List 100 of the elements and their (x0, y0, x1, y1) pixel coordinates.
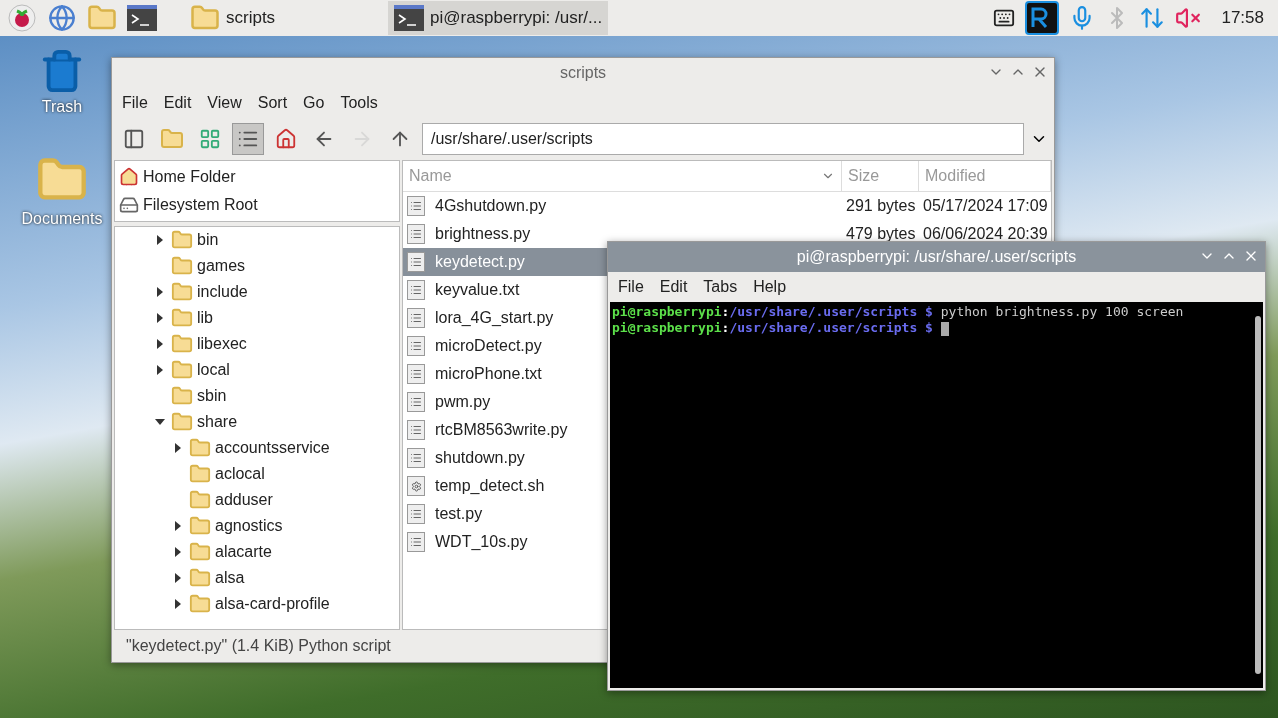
collapsed-arrow-icon[interactable] (155, 287, 165, 297)
raspberry-icon (8, 4, 36, 32)
tree-item[interactable]: share (197, 413, 238, 431)
menu-item[interactable]: File (116, 92, 154, 114)
script-file-icon (407, 476, 425, 496)
menu-item[interactable]: File (612, 276, 650, 298)
folder-icon (171, 333, 193, 355)
text-file-icon (407, 196, 425, 216)
text-file-icon (407, 532, 425, 552)
folder-icon (171, 255, 193, 277)
keyboard-icon[interactable] (993, 7, 1016, 29)
status-text: "keydetect.py" (1.4 KiB) Python script (126, 637, 391, 655)
file-name[interactable]: temp_detect.sh (431, 477, 545, 495)
folder-icon (189, 567, 211, 589)
file-name[interactable]: brightness.py (431, 225, 531, 243)
file-name[interactable]: rtcBM8563write.py (431, 421, 568, 439)
clock: 17:58 (1221, 8, 1264, 28)
text-file-icon (407, 336, 425, 356)
folder-icon (189, 515, 211, 537)
scrollbar[interactable] (1255, 316, 1261, 674)
side-panel-icon (123, 128, 145, 150)
file-name[interactable]: test.py (431, 505, 483, 523)
folder-icon (171, 229, 193, 251)
folder-icon (189, 489, 211, 511)
folder-icon (189, 593, 211, 615)
tree-item[interactable]: lib (197, 309, 213, 327)
menu-item[interactable]: Help (747, 276, 793, 298)
collapsed-arrow-icon[interactable] (155, 339, 165, 349)
home-icon (275, 128, 297, 150)
folder-icon (171, 281, 193, 303)
tree-item[interactable]: aclocal (215, 465, 265, 483)
tree-item[interactable]: sbin (197, 387, 227, 405)
text-file-icon (407, 448, 425, 468)
text-file-icon (407, 308, 425, 328)
tree-item[interactable]: adduser (215, 491, 273, 509)
folder-icon (171, 385, 193, 407)
collapsed-arrow-icon[interactable] (173, 573, 183, 583)
file-size: 479 bytes (845, 225, 917, 243)
text-file-icon (407, 224, 425, 244)
file-name[interactable]: 4Gshutdown.py (431, 197, 547, 215)
taskbar-task[interactable]: scripts (184, 1, 380, 35)
network-icon[interactable] (1139, 5, 1166, 31)
text-file-icon (407, 504, 425, 524)
menu-item[interactable]: Sort (251, 92, 294, 114)
collapsed-arrow-icon[interactable] (173, 547, 183, 557)
tree-item[interactable]: include (197, 283, 248, 301)
file-name[interactable]: shutdown.py (431, 449, 525, 467)
collapsed-arrow-icon[interactable] (173, 599, 183, 609)
file-name[interactable]: microDetect.py (431, 337, 542, 355)
tree-item[interactable]: alsa (215, 569, 245, 587)
launcher-button[interactable] (6, 2, 38, 34)
muted-volume-icon[interactable] (1175, 5, 1202, 31)
tree-item[interactable]: libexec (197, 335, 247, 353)
taskbar-task[interactable]: pi@raspberrypi: /usr/... (388, 1, 609, 35)
collapsed-arrow-icon[interactable] (155, 313, 165, 323)
menu-item[interactable]: Edit (157, 92, 198, 114)
terminal-icon (127, 5, 157, 31)
folder-icon (189, 463, 211, 485)
collapsed-arrow-icon[interactable] (155, 235, 165, 245)
launcher-button[interactable] (126, 2, 158, 34)
grid-icon (199, 128, 221, 150)
file-name[interactable]: microPhone.txt (431, 365, 542, 383)
collapsed-arrow-icon[interactable] (155, 365, 165, 375)
toolbar-button[interactable] (232, 123, 264, 155)
file-modified: 05/17/2024 17:09 (922, 197, 1049, 215)
menu-item[interactable]: Edit (653, 276, 694, 298)
folder-icon (171, 411, 193, 433)
folder-icon (189, 437, 211, 459)
menu-item[interactable]: Go (297, 92, 331, 114)
folder-icon (171, 307, 193, 329)
text-file-icon (407, 364, 425, 384)
address-field[interactable]: /usr/share/.user/scripts (422, 123, 1024, 155)
tree-item[interactable]: alsa-card-profile (215, 595, 330, 613)
file-name[interactable]: keyvalue.txt (431, 281, 520, 299)
globe-icon (48, 4, 76, 32)
place-item[interactable]: Filesystem Root (115, 191, 399, 219)
folder-icon (189, 541, 211, 563)
menu-item[interactable]: Tools (334, 92, 384, 114)
tree-item[interactable]: accountsservice (215, 439, 330, 457)
file-name[interactable]: lora_4G_start.py (431, 309, 554, 327)
file-modified: 06/06/2024 20:39 (922, 225, 1049, 243)
menu-item[interactable]: View (201, 92, 248, 114)
tree-item[interactable]: games (197, 257, 246, 275)
place-item[interactable]: Home Folder (115, 163, 399, 191)
text-file-icon (407, 392, 425, 412)
tree-item[interactable]: local (197, 361, 230, 379)
expanded-arrow-icon[interactable] (155, 417, 165, 427)
drive-icon (119, 195, 139, 215)
vnc-icon[interactable] (1025, 1, 1060, 35)
tree-item[interactable]: alacarte (215, 543, 272, 561)
file-size: 291 bytes (845, 197, 917, 215)
file-name[interactable]: pwm.py (431, 393, 491, 411)
tree-item[interactable]: agnostics (215, 517, 283, 535)
file-name[interactable]: WDT_10s.py (431, 533, 528, 551)
text-file-icon (407, 280, 425, 300)
collapsed-arrow-icon[interactable] (173, 521, 183, 531)
collapsed-arrow-icon[interactable] (173, 443, 183, 453)
tree-item[interactable]: bin (197, 231, 219, 249)
menu-item[interactable]: Tabs (697, 276, 744, 298)
terminal-line: pi@raspberrypi:/usr/share/.user/scripts $ python brightness.py 100 screen (612, 304, 1185, 320)
